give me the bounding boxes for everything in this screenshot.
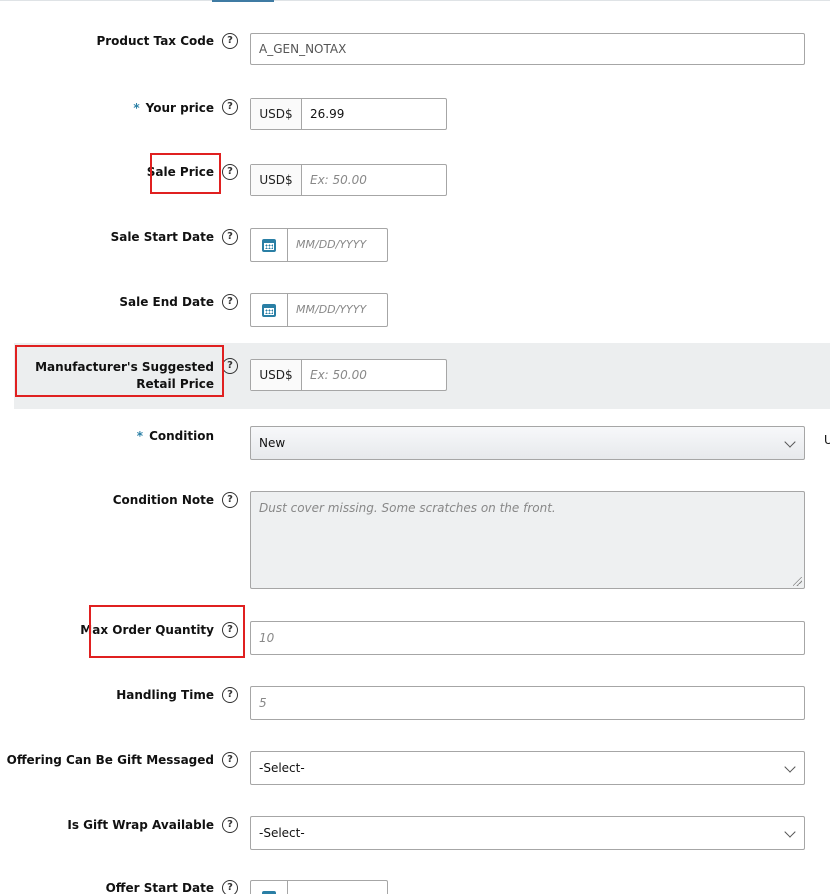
- currency-prefix: USD$: [251, 99, 302, 129]
- handling-time-label: Handling Time: [116, 688, 214, 702]
- resize-handle-icon[interactable]: [793, 577, 802, 586]
- help-icon[interactable]: ?: [222, 229, 238, 245]
- sale-start-date-label: Sale Start Date: [110, 230, 214, 244]
- calendar-button[interactable]: [251, 229, 288, 261]
- max-order-quantity-input[interactable]: 10: [250, 621, 805, 655]
- sale-price-field[interactable]: USD$ Ex: 50.00: [250, 164, 447, 196]
- gift-message-select[interactable]: -Select-: [250, 751, 805, 785]
- chevron-down-icon: [784, 761, 796, 773]
- help-icon[interactable]: ?: [222, 817, 238, 833]
- calendar-icon: [262, 303, 276, 317]
- chevron-down-icon: [784, 436, 796, 448]
- offer-start-date-label: Offer Start Date: [105, 881, 214, 894]
- msrp-field[interactable]: USD$ Ex: 50.00: [250, 359, 447, 391]
- help-icon[interactable]: ?: [222, 687, 238, 703]
- your-price-label-text: Your price: [145, 101, 214, 115]
- sale-end-date-label: Sale End Date: [119, 295, 214, 309]
- currency-prefix: USD$: [251, 165, 302, 195]
- condition-label: * Condition: [137, 428, 214, 445]
- condition-note-label: Condition Note: [112, 493, 214, 507]
- help-icon[interactable]: ?: [222, 752, 238, 768]
- listing-offer-form: Product Tax Code ? A_GEN_NOTAX * Your pri…: [0, 0, 830, 894]
- calendar-icon: [262, 890, 276, 894]
- highlight-box: [89, 605, 245, 658]
- sale-start-date-input[interactable]: MM/DD/YYYY: [288, 229, 366, 261]
- top-divider: [0, 0, 830, 1]
- help-icon[interactable]: ?: [222, 294, 238, 310]
- gift-wrap-label: Is Gift Wrap Available: [67, 818, 214, 832]
- clipped-edge-text: U: [824, 433, 830, 447]
- required-mark: *: [136, 429, 144, 443]
- help-icon[interactable]: ?: [222, 99, 238, 115]
- product-tax-code-label: Product Tax Code: [96, 34, 214, 48]
- calendar-button[interactable]: [251, 881, 288, 894]
- sale-end-date-field[interactable]: MM/DD/YYYY: [250, 293, 388, 327]
- help-icon[interactable]: ?: [222, 33, 238, 49]
- help-icon[interactable]: ?: [222, 880, 238, 894]
- your-price-input[interactable]: 26.99: [302, 99, 344, 129]
- required-mark: *: [133, 101, 140, 115]
- calendar-icon: [262, 238, 276, 252]
- condition-label-text: Condition: [149, 429, 214, 443]
- highlight-box: [150, 153, 221, 194]
- gift-message-label: Offering Can Be Gift Messaged: [6, 753, 214, 767]
- offer-start-date-field[interactable]: [250, 880, 388, 894]
- highlight-box: [15, 345, 224, 397]
- help-icon[interactable]: ?: [222, 492, 238, 508]
- your-price-field[interactable]: USD$ 26.99: [250, 98, 447, 130]
- sale-start-date-field[interactable]: MM/DD/YYYY: [250, 228, 388, 262]
- offer-start-date-input[interactable]: [288, 881, 296, 894]
- condition-selected-value: New: [259, 436, 286, 450]
- your-price-label: * Your price: [133, 100, 214, 117]
- handling-time-input[interactable]: 5: [250, 686, 805, 720]
- gift-wrap-selected-value: -Select-: [259, 826, 305, 840]
- condition-select[interactable]: New: [250, 426, 805, 460]
- gift-message-selected-value: -Select-: [259, 761, 305, 775]
- currency-prefix: USD$: [251, 360, 302, 390]
- help-icon[interactable]: ?: [222, 358, 238, 374]
- help-icon[interactable]: ?: [222, 164, 238, 180]
- active-tab-indicator: [212, 0, 274, 2]
- condition-note-placeholder: Dust cover missing. Some scratches on th…: [259, 501, 556, 515]
- sale-price-input[interactable]: Ex: 50.00: [302, 165, 367, 195]
- chevron-down-icon: [784, 826, 796, 838]
- product-tax-code-input[interactable]: A_GEN_NOTAX: [250, 33, 805, 65]
- sale-end-date-input[interactable]: MM/DD/YYYY: [288, 294, 366, 326]
- calendar-button[interactable]: [251, 294, 288, 326]
- gift-wrap-select[interactable]: -Select-: [250, 816, 805, 850]
- condition-note-textarea[interactable]: Dust cover missing. Some scratches on th…: [250, 491, 805, 589]
- msrp-input[interactable]: Ex: 50.00: [302, 360, 367, 390]
